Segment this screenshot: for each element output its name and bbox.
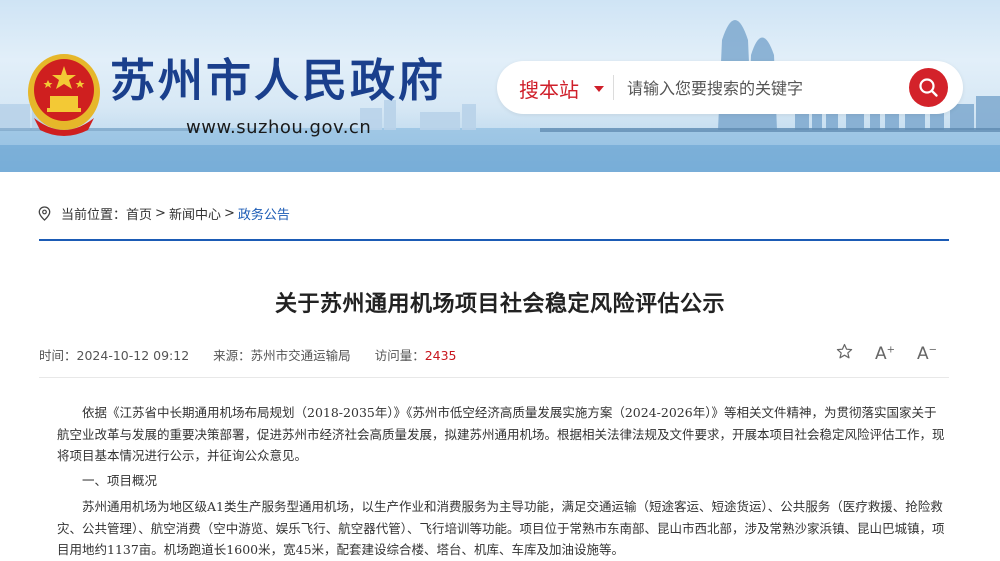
chevron-down-icon[interactable] [594, 86, 604, 92]
paragraph: 苏州通用机场为地区级A1类生产服务型通用机场，以生产作业和消费服务为主导功能，满… [57, 499, 945, 557]
search-scope-dropdown[interactable]: 搜本站 [519, 74, 579, 103]
search-bar: 搜本站 [497, 61, 963, 114]
breadcrumb: 当前位置： 首页 > 新闻中心 > 政务公告 [38, 204, 290, 223]
publish-time: 时间：2024-10-12 09:12 [39, 348, 190, 363]
breadcrumb-current-link[interactable]: 政务公告 [238, 204, 290, 223]
paragraph: 依据《江苏省中长期通用机场布局规划（2018-2035年）》《苏州市低空经济高质… [57, 405, 945, 463]
breadcrumb-divider [39, 239, 949, 241]
search-button[interactable] [909, 68, 948, 107]
search-divider [613, 75, 614, 100]
article-body: 依据《江苏省中长期通用机场布局规划（2018-2035年）》《苏州市低空经济高质… [57, 402, 947, 561]
article-title: 关于苏州通用机场项目社会稳定风险评估公示 [274, 292, 725, 317]
breadcrumb-news-link[interactable]: 新闻中心 [169, 204, 221, 223]
meta-divider [39, 377, 949, 378]
favorite-button[interactable] [836, 343, 853, 365]
breadcrumb-home-link[interactable]: 首页 [126, 204, 152, 223]
breadcrumb-label: 当前位置： [61, 207, 127, 223]
article-tools: A+ A− [836, 343, 959, 365]
article-meta: 时间：2024-10-12 09:12 来源：苏州市交通运输局 访问量：2435 [39, 345, 481, 364]
national-emblem-icon [28, 54, 100, 136]
view-count: 访问量：2435 [374, 348, 457, 363]
search-icon [919, 78, 938, 97]
article-source: 来源：苏州市交通运输局 [213, 348, 351, 363]
font-smaller-button[interactable]: A− [917, 344, 937, 364]
font-larger-button[interactable]: A+ [875, 344, 895, 364]
breadcrumb-separator: > [223, 205, 235, 221]
breadcrumb-separator: > [155, 205, 166, 221]
site-url: www.suzhou.gov.cn [186, 117, 372, 138]
header-banner: 苏州市人民政府 www.suzhou.gov.cn 搜本站 [0, 0, 1000, 172]
location-pin-icon [38, 205, 51, 221]
site-title[interactable]: 苏州市人民政府 [110, 58, 446, 103]
search-input[interactable] [625, 70, 899, 106]
section-heading: 一、项目概况 [82, 472, 158, 488]
star-icon [836, 343, 853, 359]
